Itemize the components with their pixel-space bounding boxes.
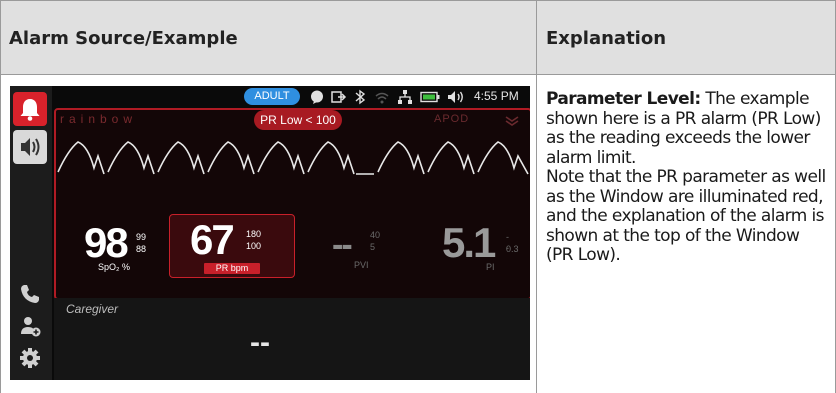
pi-low-limit: 0.3 [506, 244, 519, 254]
explanation-cell: Parameter Level: The example shown here … [546, 89, 828, 266]
pr-parameter[interactable]: 67 180 100 PR bpm [169, 214, 295, 278]
status-bar: ADULT 4:55 PM [54, 86, 530, 108]
spo2-parameter[interactable]: 98 99 88 SpO₂ % [84, 219, 146, 273]
spo2-value: 98 [84, 219, 129, 266]
table-column-divider [536, 0, 537, 393]
pvi-parameter[interactable]: -- 40 5 PVI [332, 226, 380, 270]
collapse-chevron-icon[interactable] [504, 114, 520, 126]
pi-parameter[interactable]: 5.1 -- 0.3 PI [442, 219, 519, 273]
pvi-low-limit: 5 [370, 242, 376, 252]
parameter-window: rainbow PR Low < 100 APOD 98 99 88 SpO₂ … [54, 108, 530, 300]
volume-icon [448, 91, 463, 103]
battery-icon [420, 91, 440, 103]
pr-low-limit: 100 [246, 241, 262, 251]
caregiver-panel[interactable]: Caregiver -- [54, 298, 530, 380]
spo2-label: SpO₂ % [98, 262, 131, 272]
monitor-sidebar [10, 86, 52, 380]
caregiver-label: Caregiver [66, 302, 119, 316]
spo2-high-limit: 99 [136, 232, 147, 242]
speaker-icon [21, 138, 40, 156]
audio-pause-button[interactable] [13, 130, 47, 164]
gear-icon[interactable] [18, 346, 42, 370]
apod-label: APOD [434, 113, 470, 125]
pvi-value: -- [332, 226, 353, 264]
pvi-label: PVI [354, 260, 369, 270]
chat-icon [311, 90, 323, 104]
table-border-left [0, 0, 1, 393]
alarm-table: Alarm Source/Example Explanation Paramet… [0, 0, 836, 393]
alarm-button[interactable] [13, 92, 47, 126]
patient-mode-badge[interactable]: ADULT [244, 88, 300, 105]
column-header-explanation: Explanation [546, 28, 667, 49]
pr-high-limit: 180 [246, 229, 262, 239]
pleth-waveform [57, 141, 529, 175]
pr-value: 67 [190, 216, 235, 263]
caregiver-value: -- [250, 326, 270, 359]
table-border-top [0, 0, 836, 1]
wifi-icon [375, 92, 389, 104]
export-icon [331, 91, 347, 103]
bluetooth-icon [355, 89, 366, 105]
explanation-text-2: Note that the PR parameter as well as th… [546, 167, 826, 265]
phone-icon[interactable] [18, 282, 42, 306]
pi-value: 5.1 [442, 219, 496, 266]
explanation-lead: Parameter Level: [546, 89, 701, 109]
pr-label: PR bpm [204, 263, 260, 274]
column-header-alarm-source: Alarm Source/Example [9, 28, 238, 49]
pi-label: PI [486, 262, 495, 272]
alarm-message[interactable]: PR Low < 100 [254, 110, 342, 130]
pvi-high-limit: 40 [370, 230, 381, 240]
spo2-low-limit: 88 [136, 244, 147, 254]
alarm-bell-icon [20, 99, 40, 121]
brand-label: rainbow [60, 112, 138, 126]
add-user-icon[interactable] [18, 314, 42, 338]
network-icon [398, 90, 412, 104]
monitor-screenshot: ADULT 4:55 PM rainbow PR Low < 100 APOD … [10, 86, 530, 380]
clock: 4:55 PM [474, 89, 519, 103]
